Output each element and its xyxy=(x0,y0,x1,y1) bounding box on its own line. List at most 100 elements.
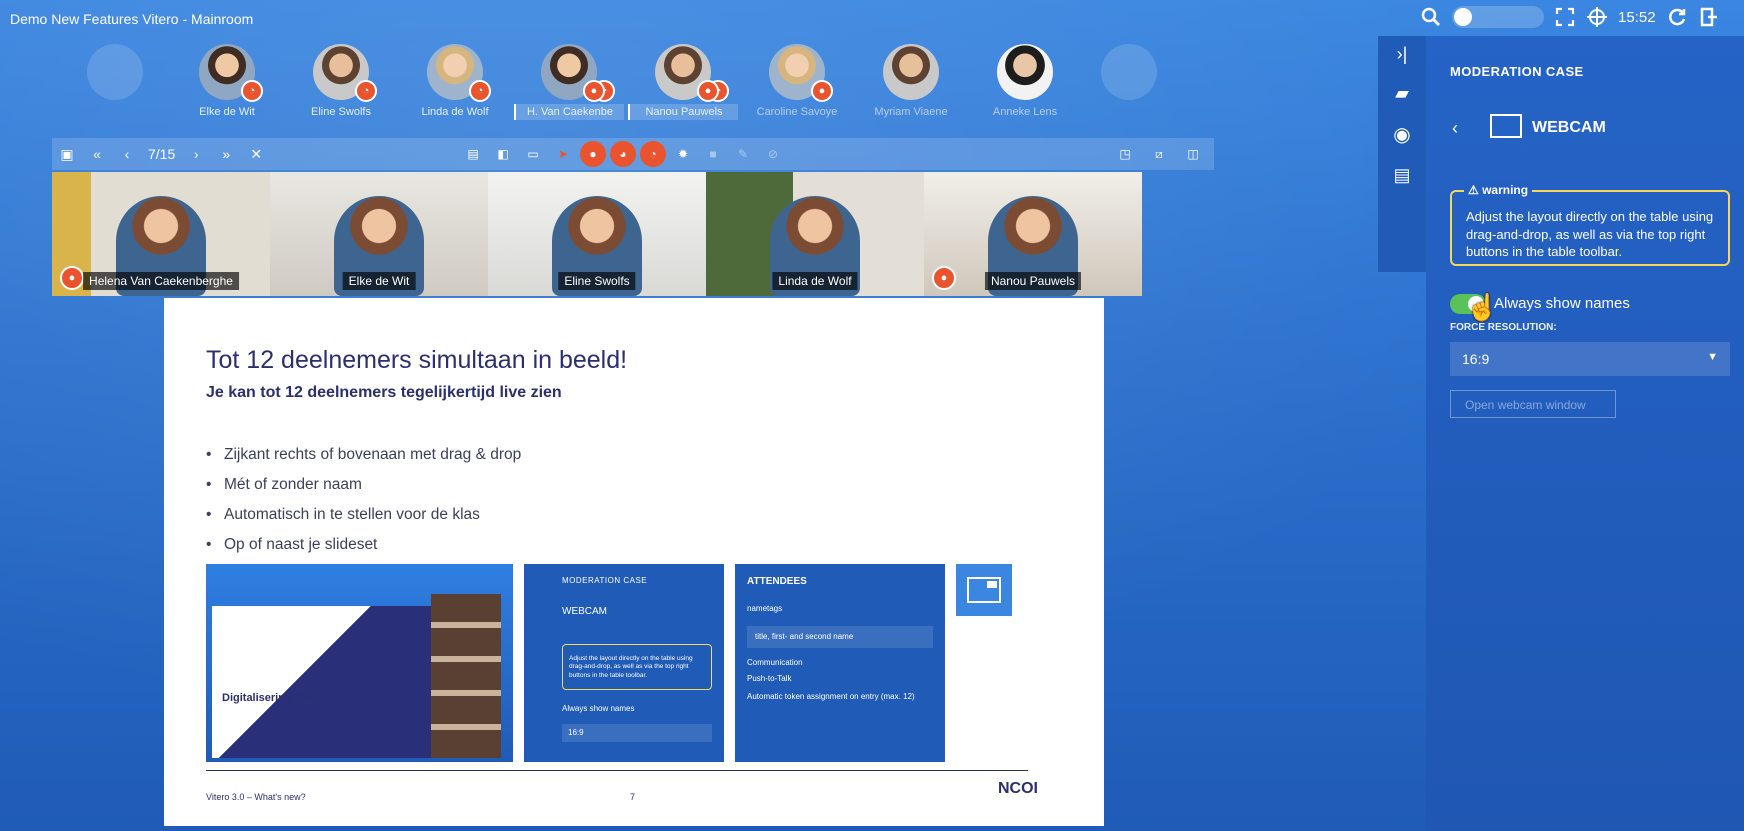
deck-preview: Digitalisering 2.0 xyxy=(212,606,438,758)
avatar: ◔ xyxy=(427,44,491,102)
avatar: ◔ xyxy=(199,44,263,102)
warning-label: ⚠ warning xyxy=(1464,182,1533,199)
thumb-show-names: Always show names xyxy=(562,704,635,713)
volume-slider[interactable] xyxy=(1452,6,1544,28)
presenter-icon[interactable]: ▤ xyxy=(460,141,486,167)
next-slide-button[interactable]: › xyxy=(181,138,211,170)
participant[interactable]: Anneke Lens xyxy=(970,44,1080,120)
webcam-column xyxy=(431,594,501,758)
mic-webcam-icon[interactable]: ◕ xyxy=(610,141,636,167)
thumb-webcam: WEBCAM xyxy=(562,606,607,617)
webcam-name: Helena Van Caekenberghe xyxy=(83,272,239,290)
moderation-icon[interactable]: ▤ xyxy=(1393,165,1410,186)
panel-section-title: WEBCAM xyxy=(1532,119,1606,136)
webcam-tile[interactable]: ● Helena Van Caekenberghe xyxy=(52,172,270,296)
first-slide-button[interactable]: « xyxy=(82,138,112,170)
participant-name: Nanou Pauwels xyxy=(628,104,738,120)
footer-divider xyxy=(206,770,1028,771)
webcam-icon xyxy=(1490,114,1522,138)
screenshot-room: Digitalisering 2.0 xyxy=(206,564,513,762)
list-item: Mét of zonder naam xyxy=(206,470,521,500)
camera-icon[interactable]: ◧ xyxy=(490,141,516,167)
moderation-panel: MODERATION CASE ‹ WEBCAM ⚠ warning Adjus… xyxy=(1426,36,1744,831)
photo-icon[interactable]: ■ xyxy=(700,141,726,167)
participant-name: Linda de Wolf xyxy=(421,106,489,118)
last-slide-button[interactable]: » xyxy=(211,138,241,170)
mic-icon: ● xyxy=(60,266,84,290)
view-tools: ◳ ⧄ ◫ xyxy=(1112,138,1206,170)
mic-badge-icon: ● xyxy=(583,80,605,102)
target-icon[interactable] xyxy=(1586,6,1608,28)
thumb-header: ATTENDEES xyxy=(747,576,807,587)
pointer-icon[interactable]: ➤ xyxy=(550,141,576,167)
no-camera-icon[interactable]: ⊘ xyxy=(760,141,786,167)
participant[interactable]: ◔ Eline Swolfs xyxy=(286,44,396,120)
no-draw-icon[interactable]: ⧄ xyxy=(1146,141,1172,167)
warning-box: ⚠ warning Adjust the layout directly on … xyxy=(1450,182,1730,266)
slide-toolbar: ▣ « ‹ 7/15 › » ✕ ▤ ◧ ▭ ➤ ● ◕ ◔ ✹ ■ ✎ ⊘ ◳… xyxy=(52,138,1214,170)
prev-slide-button[interactable]: ‹ xyxy=(112,138,142,170)
chat-icon[interactable]: ▰ xyxy=(1395,83,1409,104)
empty-seat xyxy=(1074,44,1184,100)
refresh-icon[interactable] xyxy=(1666,6,1688,28)
avatar: ◔● xyxy=(655,44,729,102)
search-icon[interactable] xyxy=(1420,6,1442,28)
collapse-panel-icon[interactable]: ›| xyxy=(1397,44,1408,65)
webcam-name: Elke de Wit xyxy=(342,272,416,290)
attendees-icon[interactable]: ◉ xyxy=(1393,122,1410,147)
mic-icon[interactable]: ● xyxy=(580,141,606,167)
back-chevron-icon[interactable]: ‹ xyxy=(1452,118,1458,139)
slide-layout-icon[interactable]: ▣ xyxy=(52,138,82,170)
slide-screenshots: Digitalisering 2.0 MODERATION CASE WEBCA… xyxy=(206,564,1026,762)
thumb-nametag-select: title, first- and second name xyxy=(747,626,933,648)
close-icon[interactable]: ✕ xyxy=(241,138,271,170)
webcam-strip: ● Helena Van Caekenberghe Elke de Wit El… xyxy=(52,172,1144,296)
warning-label-text: warning xyxy=(1482,183,1529,197)
webcam-badge-icon: ◔ xyxy=(469,80,491,102)
participant[interactable]: ◔● H. Van Caekenbe xyxy=(514,44,624,120)
clock: 15:52 xyxy=(1618,8,1656,26)
thumb-warning: Adjust the layout directly on the table … xyxy=(562,644,712,690)
exit-icon[interactable] xyxy=(1698,6,1720,28)
fullscreen-icon[interactable] xyxy=(1554,6,1576,28)
slide-title: Tot 12 deelnemers simultaan in beeld! xyxy=(206,346,628,374)
thumb-communication: Communication xyxy=(747,658,803,667)
screenshot-attendees: ATTENDEES nametags title, first- and sec… xyxy=(735,564,945,762)
pen-icon[interactable]: ✎ xyxy=(730,141,756,167)
webcam-tile[interactable]: Linda de Wolf xyxy=(706,172,924,296)
participant[interactable]: ◔ Linda de Wolf xyxy=(400,44,510,120)
webcam-icon[interactable]: ◔ xyxy=(640,141,666,167)
participant-name: Caroline Savoye xyxy=(756,106,838,118)
participant[interactable]: ◔● Nanou Pauwels xyxy=(628,44,738,120)
screen-icon[interactable]: ▭ xyxy=(520,141,546,167)
deck-title: Digitalisering 2.0 xyxy=(222,692,311,704)
top-toolbar: 15:52 xyxy=(1404,0,1744,34)
slide-page-number: 7 xyxy=(630,792,636,802)
webcam-tile[interactable]: Elke de Wit xyxy=(270,172,488,296)
webcam-tile[interactable]: ● Nanou Pauwels xyxy=(924,172,1142,296)
brightness-icon[interactable]: ✹ xyxy=(670,141,696,167)
screenshot-moderation: MODERATION CASE WEBCAM Adjust the layout… xyxy=(524,564,724,762)
avatar: ◔ xyxy=(313,44,377,102)
webcam-name: Eline Swolfs xyxy=(558,272,636,290)
hand-cursor-icon: ☝ xyxy=(1466,292,1499,322)
slide-bullets: Zijkant rechts of bovenaan met drag & dr… xyxy=(206,440,521,560)
participant-name: Myriam Viaene xyxy=(874,106,948,118)
pip-icon[interactable]: ◳ xyxy=(1112,141,1138,167)
split-view-icon[interactable]: ◫ xyxy=(1180,141,1206,167)
slider-knob[interactable] xyxy=(1454,8,1472,26)
sidebar-rail: ›| ▰ ◉ ▤ xyxy=(1378,36,1426,272)
list-item: Automatisch in te stellen voor de klas xyxy=(206,500,521,530)
participant[interactable]: ● Caroline Savoye xyxy=(742,44,852,120)
participant-name: Eline Swolfs xyxy=(311,106,371,118)
webcam-tile[interactable]: Eline Swolfs xyxy=(488,172,706,296)
avatar xyxy=(883,44,939,100)
participant[interactable]: Myriam Viaene xyxy=(856,44,966,120)
open-webcam-button[interactable]: Open webcam window xyxy=(1450,390,1616,418)
slide-footer: Vitero 3.0 – What's new? xyxy=(206,792,306,802)
participant[interactable]: ◔ Elke de Wit xyxy=(172,44,282,120)
vitero-room: Demo New Features Vitero - Mainroom 15:5… xyxy=(0,0,1744,831)
webcam-name: Linda de Wolf xyxy=(772,272,858,290)
resolution-select[interactable]: 16:9 ▼ xyxy=(1450,342,1730,376)
ncoi-logo: NCOI xyxy=(998,780,1038,797)
